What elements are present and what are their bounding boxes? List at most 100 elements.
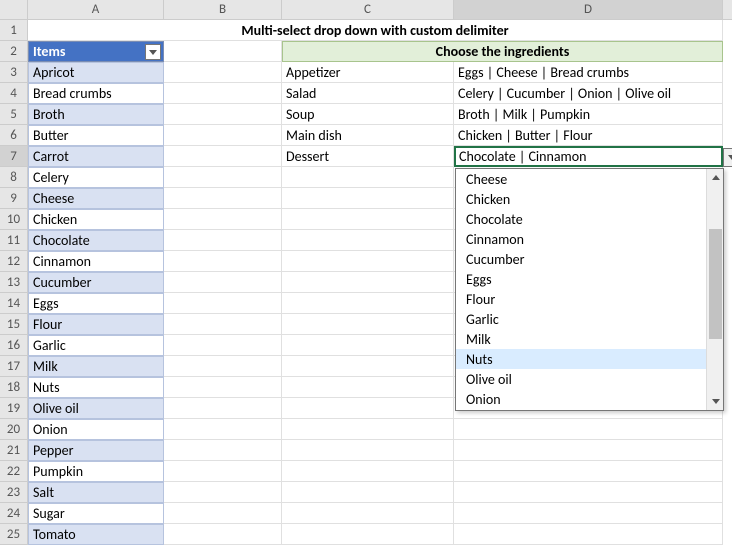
dropdown-option[interactable]: Cucumber: [456, 249, 708, 269]
cell[interactable]: [164, 188, 282, 209]
item-cell[interactable]: Broth: [28, 104, 164, 125]
cell[interactable]: [454, 461, 723, 482]
item-cell[interactable]: Chocolate: [28, 230, 164, 251]
dropdown-option[interactable]: Chicken: [456, 189, 708, 209]
select-all-corner[interactable]: [0, 0, 28, 20]
cell[interactable]: [282, 188, 454, 209]
dropdown-option[interactable]: Eggs: [456, 269, 708, 289]
cell[interactable]: [164, 398, 282, 419]
pair-label[interactable]: Salad: [282, 83, 454, 104]
pair-value[interactable]: Chicken | Butter | Flour: [454, 125, 723, 146]
dropdown-option[interactable]: Garlic: [456, 309, 708, 329]
cell[interactable]: [164, 335, 282, 356]
pair-label[interactable]: Main dish: [282, 125, 454, 146]
row-header-17[interactable]: 17: [0, 356, 28, 377]
row-header-23[interactable]: 23: [0, 482, 28, 503]
item-cell[interactable]: Apricot: [28, 62, 164, 83]
item-cell[interactable]: Salt: [28, 482, 164, 503]
cell[interactable]: [164, 293, 282, 314]
dropdown-option[interactable]: Flour: [456, 289, 708, 309]
item-cell[interactable]: Olive oil: [28, 398, 164, 419]
cell[interactable]: [282, 356, 454, 377]
row-header-2[interactable]: 2: [0, 41, 28, 62]
cell[interactable]: [282, 272, 454, 293]
row-header-18[interactable]: 18: [0, 377, 28, 398]
cell[interactable]: [282, 167, 454, 188]
cell[interactable]: [282, 524, 454, 545]
row-header-10[interactable]: 10: [0, 209, 28, 230]
cell[interactable]: [164, 482, 282, 503]
cell[interactable]: [164, 272, 282, 293]
dropdown-scrollbar[interactable]: [706, 169, 723, 410]
item-cell[interactable]: Carrot: [28, 146, 164, 167]
item-cell[interactable]: Tomato: [28, 524, 164, 545]
cell[interactable]: [164, 377, 282, 398]
item-cell[interactable]: Cinnamon: [28, 251, 164, 272]
selected-cell[interactable]: Chocolate | Cinnamon: [454, 146, 723, 167]
cell[interactable]: [164, 440, 282, 461]
cell[interactable]: [164, 251, 282, 272]
cell-b2[interactable]: [164, 41, 282, 62]
item-cell[interactable]: Pumpkin: [28, 461, 164, 482]
cell[interactable]: [282, 419, 454, 440]
cell[interactable]: [454, 419, 723, 440]
item-cell[interactable]: Cucumber: [28, 272, 164, 293]
cell[interactable]: [454, 482, 723, 503]
item-cell[interactable]: Flour: [28, 314, 164, 335]
item-cell[interactable]: Nuts: [28, 377, 164, 398]
row-header-4[interactable]: 4: [0, 83, 28, 104]
cell[interactable]: [164, 356, 282, 377]
cell[interactable]: [282, 293, 454, 314]
pair-value[interactable]: Broth | Milk | Pumpkin: [454, 104, 723, 125]
data-validation-dropdown-button[interactable]: [723, 148, 732, 167]
cell[interactable]: [282, 314, 454, 335]
cell[interactable]: [282, 461, 454, 482]
cell[interactable]: [282, 482, 454, 503]
dropdown-option[interactable]: Cheese: [456, 169, 708, 189]
row-header-12[interactable]: 12: [0, 251, 28, 272]
dropdown-option[interactable]: Olive oil: [456, 369, 708, 389]
row-header-21[interactable]: 21: [0, 440, 28, 461]
cell[interactable]: [164, 314, 282, 335]
cell-b7[interactable]: [164, 146, 282, 167]
col-header-c[interactable]: C: [282, 0, 454, 19]
filter-dropdown-button[interactable]: [145, 44, 161, 60]
row-header-11[interactable]: 11: [0, 230, 28, 251]
page-title[interactable]: Multi-select drop down with custom delim…: [28, 20, 723, 41]
row-header-5[interactable]: 5: [0, 104, 28, 125]
cell[interactable]: [282, 398, 454, 419]
col-header-a[interactable]: A: [28, 0, 164, 19]
row-header-15[interactable]: 15: [0, 314, 28, 335]
item-cell[interactable]: Celery: [28, 167, 164, 188]
cell[interactable]: [454, 524, 723, 545]
row-header-22[interactable]: 22: [0, 461, 28, 482]
items-header[interactable]: Items: [28, 41, 164, 62]
item-cell[interactable]: Butter: [28, 125, 164, 146]
cell-b5[interactable]: [164, 104, 282, 125]
item-cell[interactable]: Milk: [28, 356, 164, 377]
cell[interactable]: [282, 335, 454, 356]
pair-label[interactable]: Soup: [282, 104, 454, 125]
pair-label[interactable]: Appetizer: [282, 62, 454, 83]
cell[interactable]: [454, 440, 723, 461]
row-header-7[interactable]: 7: [0, 146, 28, 167]
cell[interactable]: [164, 419, 282, 440]
item-cell[interactable]: Onion: [28, 419, 164, 440]
ingredients-header[interactable]: Choose the ingredients: [282, 41, 723, 62]
dropdown-option-highlighted[interactable]: Nuts: [456, 349, 708, 369]
cell-b4[interactable]: [164, 83, 282, 104]
row-header-9[interactable]: 9: [0, 188, 28, 209]
scrollbar-thumb[interactable]: [709, 229, 722, 339]
row-header-6[interactable]: 6: [0, 125, 28, 146]
dropdown-option[interactable]: Onion: [456, 389, 708, 409]
cell[interactable]: [164, 503, 282, 524]
row-header-25[interactable]: 25: [0, 524, 28, 545]
cell[interactable]: [164, 230, 282, 251]
row-header-1[interactable]: 1: [0, 20, 28, 41]
cell[interactable]: [282, 209, 454, 230]
item-cell[interactable]: Chicken: [28, 209, 164, 230]
row-header-8[interactable]: 8: [0, 167, 28, 188]
dropdown-option[interactable]: Milk: [456, 329, 708, 349]
cell[interactable]: [454, 503, 723, 524]
item-cell[interactable]: Eggs: [28, 293, 164, 314]
